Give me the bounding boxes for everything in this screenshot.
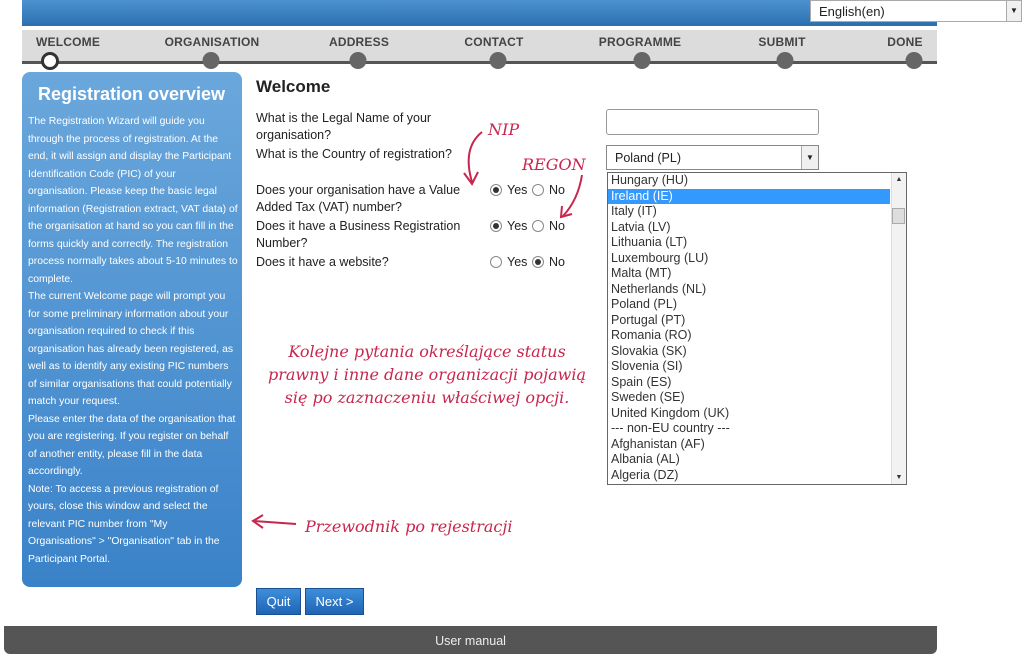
country-option[interactable]: Portugal (PT) (608, 313, 906, 329)
step-done: DONE (887, 35, 923, 49)
vat-yes-radio[interactable]: Yes (490, 183, 527, 197)
radio-label: No (549, 255, 565, 269)
regon-arrow-icon (562, 174, 583, 217)
annotation-nip: NIP (488, 120, 520, 139)
step-indicator-contact (489, 52, 507, 69)
country-option[interactable]: Afghanistan (AF) (608, 437, 906, 453)
radio-unchecked-icon[interactable] (490, 256, 502, 268)
language-select[interactable]: English(en) ▼ (810, 0, 1022, 22)
country-select-value: Poland (PL) (615, 151, 682, 165)
scroll-thumb[interactable] (892, 208, 905, 224)
step-indicator-address (349, 52, 367, 69)
country-select[interactable]: Poland (PL) ▼ (606, 145, 819, 170)
country-label: What is the Country of registration? (256, 147, 452, 161)
top-banner (22, 0, 937, 26)
sidebar-paragraph: Note: To access a previous registration … (28, 483, 220, 565)
step-programme: PROGRAMME (598, 35, 682, 49)
radio-label: Yes (507, 183, 528, 197)
radio-unchecked-icon[interactable] (532, 220, 544, 232)
quit-button[interactable]: Quit (256, 588, 301, 615)
sidebar-title: Registration overview (38, 84, 226, 104)
step-address: ADDRESS (328, 35, 390, 49)
country-option[interactable]: Albania (AL) (608, 452, 906, 468)
radio-label: No (549, 183, 565, 197)
wizard-steps: WELCOME ORGANISATION ADDRESS CONTACT PRO… (22, 30, 937, 64)
country-option[interactable]: Slovakia (SK) (608, 344, 906, 360)
chevron-down-icon[interactable]: ▼ (1006, 1, 1021, 21)
country-option[interactable]: Netherlands (NL) (608, 282, 906, 298)
step-indicator-organisation (202, 52, 220, 69)
legal-name-input[interactable] (606, 109, 819, 135)
regon-arrowhead-icon (559, 205, 573, 219)
page-title: Welcome (256, 77, 331, 96)
radio-checked-icon[interactable] (490, 184, 502, 196)
user-manual-link[interactable]: User manual (435, 634, 506, 648)
annotation-regon: REGON (522, 155, 586, 174)
website-question-label: Does it have a website? (256, 255, 389, 269)
step-indicator-programme (633, 52, 651, 69)
annotation-guide-note: Przewodnik po rejestracji (305, 517, 513, 536)
country-dropdown-list[interactable]: Hungary (HU) Ireland (IE) Italy (IT) Latvia… (607, 172, 907, 485)
country-option[interactable]: Poland (PL) (608, 297, 906, 313)
country-option[interactable]: Algeria (DZ) (608, 468, 906, 484)
website-yes-radio[interactable]: Yes (490, 255, 527, 269)
business-reg-yes-radio[interactable]: Yes (490, 219, 527, 233)
country-option[interactable]: Sweden (SE) (608, 390, 906, 406)
website-no-radio[interactable]: No (532, 255, 565, 269)
radio-checked-icon[interactable] (532, 256, 544, 268)
dropdown-scrollbar[interactable]: ▲ ▼ (891, 173, 906, 484)
country-option[interactable]: Lithuania (LT) (608, 235, 906, 251)
step-contact: CONTACT (464, 35, 524, 49)
country-option[interactable]: Slovenia (SI) (608, 359, 906, 375)
radio-label: Yes (507, 219, 528, 233)
business-reg-no-radio[interactable]: No (532, 219, 565, 233)
country-option[interactable]: Romania (RO) (608, 328, 906, 344)
next-button[interactable]: Next > (305, 588, 364, 615)
chevron-down-icon[interactable]: ▼ (801, 146, 818, 169)
country-option[interactable]: Spain (ES) (608, 375, 906, 391)
radio-label: Yes (507, 255, 528, 269)
step-organisation: ORGANISATION (164, 35, 260, 49)
country-option[interactable]: Hungary (HU) (608, 173, 906, 189)
business-reg-question-label: Does it have a Business Registration Num… (256, 219, 461, 250)
language-value: English(en) (819, 4, 885, 19)
step-submit: SUBMIT (758, 35, 806, 49)
guide-arrow-icon (253, 520, 297, 525)
step-indicator-welcome (41, 52, 59, 70)
country-option[interactable]: Malta (MT) (608, 266, 906, 282)
vat-no-radio[interactable]: No (532, 183, 565, 197)
step-welcome: WELCOME (35, 35, 101, 49)
sidebar-paragraph: The current Welcome page will prompt you… (28, 291, 234, 407)
country-option[interactable]: Latvia (LV) (608, 220, 906, 236)
country-option[interactable]: Italy (IT) (608, 204, 906, 220)
step-indicator-submit (776, 52, 794, 69)
legal-name-label: What is the Legal Name of your organisat… (256, 111, 432, 142)
country-option[interactable]: Ireland (IE) (608, 188, 890, 204)
step-indicator-done (905, 52, 923, 69)
vat-question-label: Does your organisation have a Value Adde… (256, 183, 461, 214)
country-option[interactable]: --- non-EU country --- (608, 421, 906, 437)
country-option[interactable]: United Kingdom (UK) (608, 406, 906, 422)
radio-unchecked-icon[interactable] (532, 184, 544, 196)
scroll-down-icon[interactable]: ▼ (892, 474, 906, 481)
annotation-status-note: Kolejne pytania określające status prawn… (268, 342, 586, 407)
sidebar-paragraph: The Registration Wizard will guide you t… (28, 116, 238, 285)
scroll-up-icon[interactable]: ▲ (892, 176, 906, 183)
sidebar-paragraph: Please enter the data of the organisatio… (28, 413, 236, 478)
guide-arrowhead-icon (251, 514, 264, 529)
country-option[interactable]: Luxembourg (LU) (608, 251, 906, 267)
user-manual-bar[interactable]: User manual (4, 626, 937, 654)
radio-label: No (549, 219, 565, 233)
registration-overview-panel: Registration overview The Registration W… (22, 72, 242, 587)
radio-checked-icon[interactable] (490, 220, 502, 232)
